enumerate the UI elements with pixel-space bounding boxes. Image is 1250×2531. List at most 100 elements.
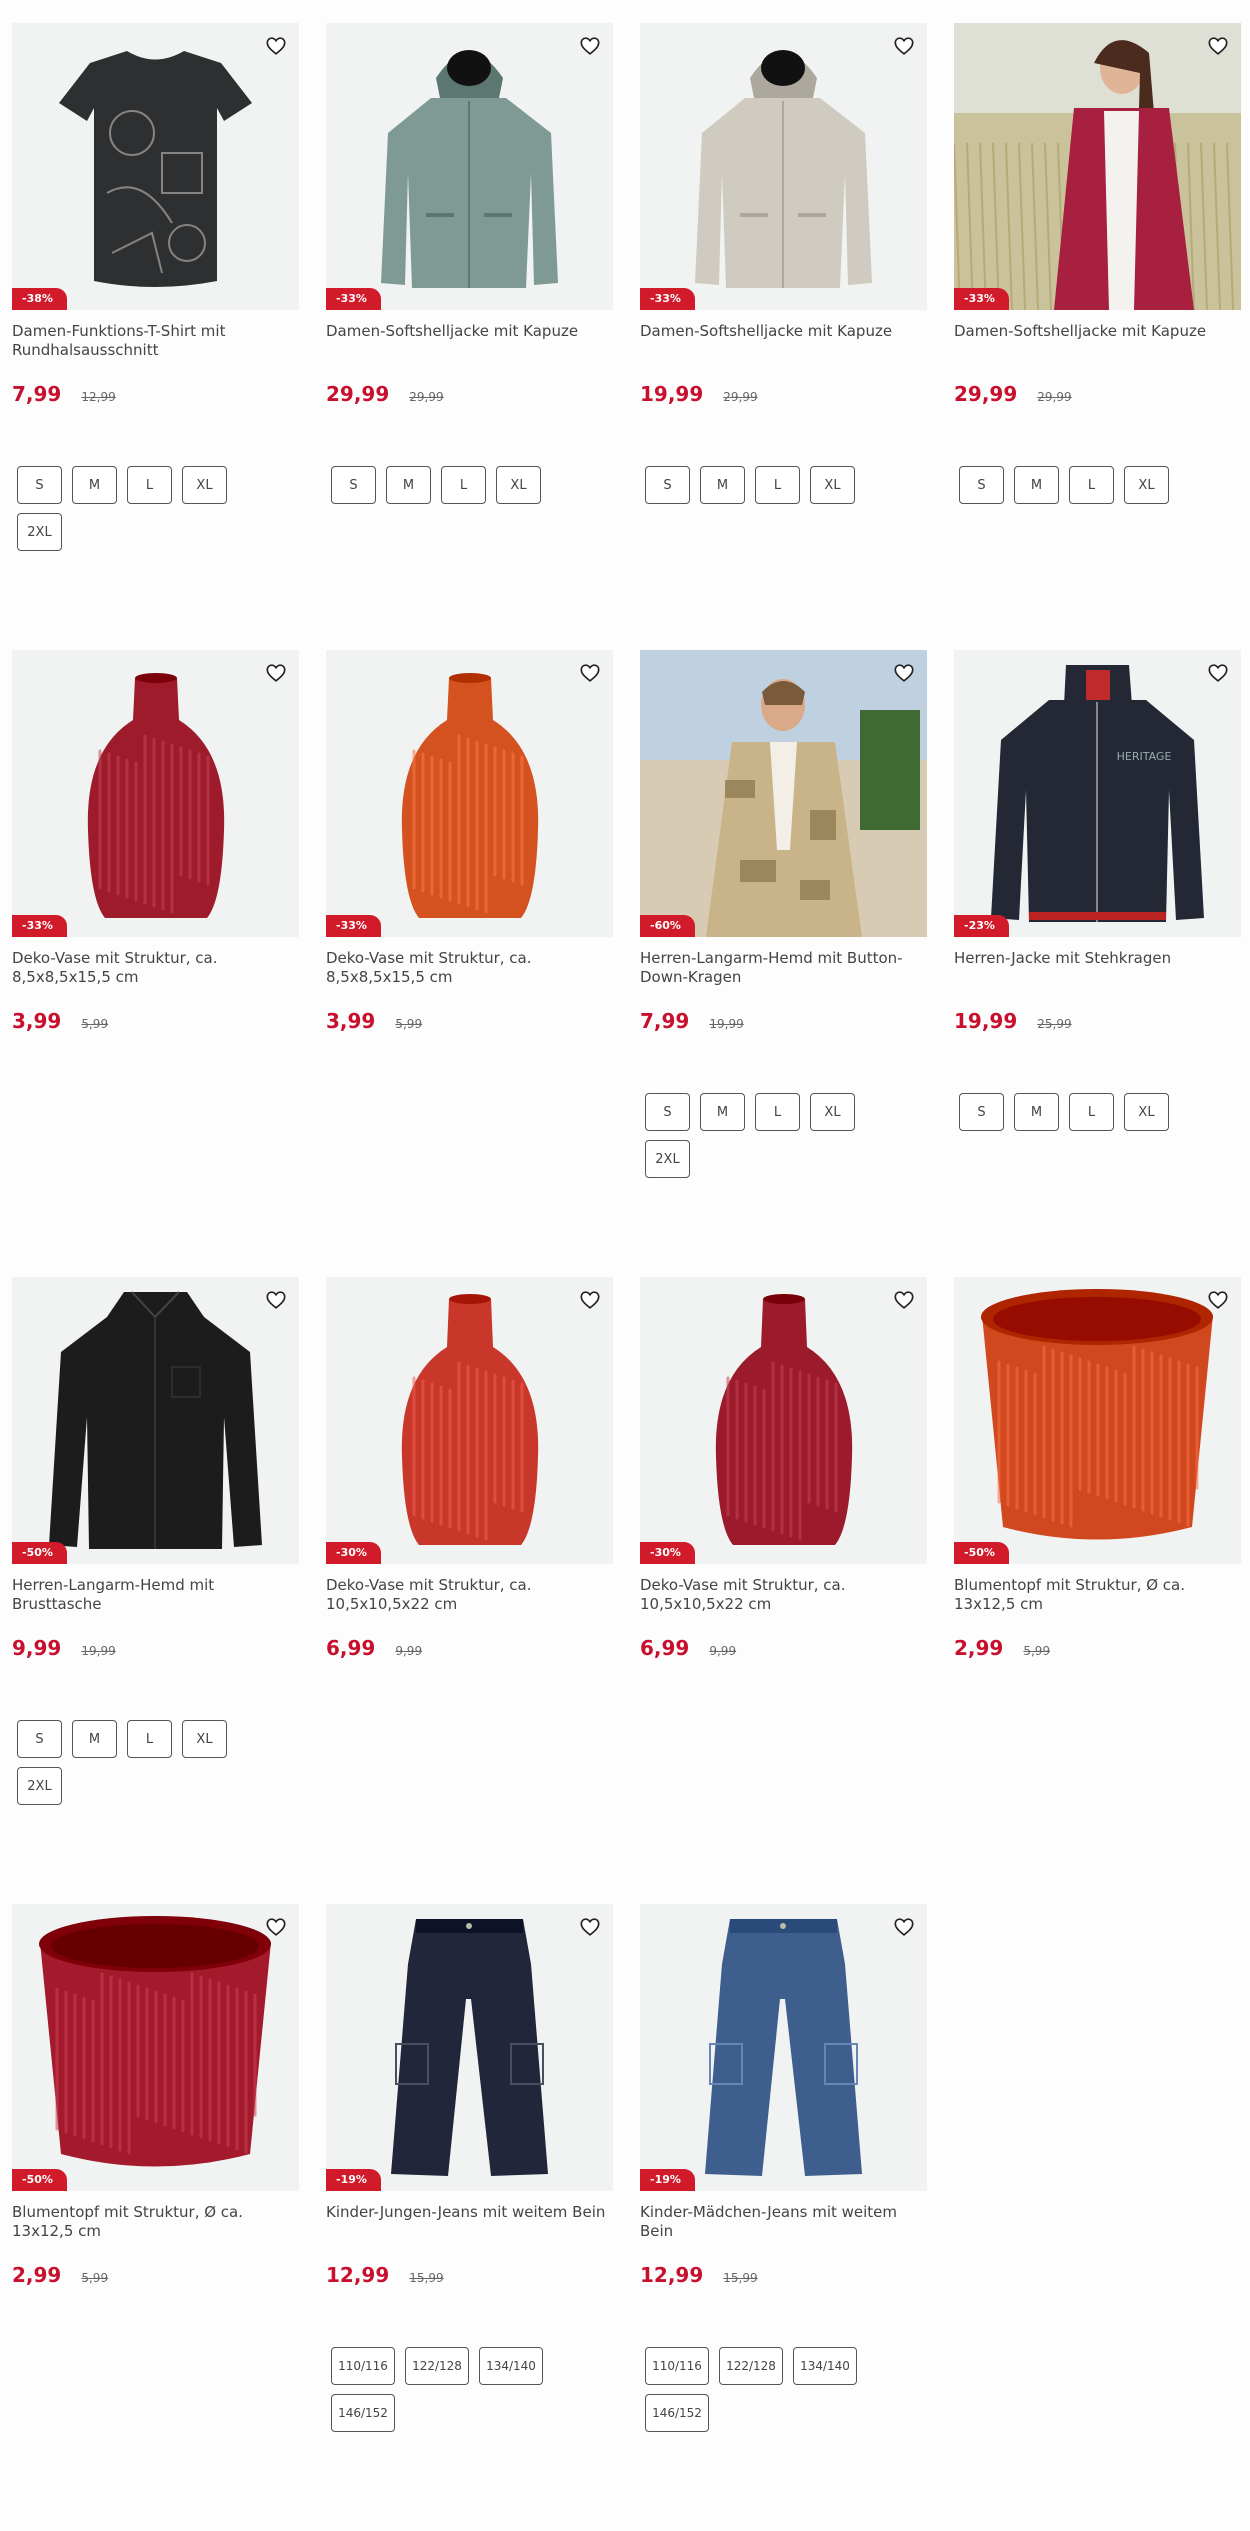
size-option[interactable]: L [127, 466, 172, 504]
size-option[interactable]: L [127, 1720, 172, 1758]
product-image[interactable]: HERITAGE -23% [954, 650, 1241, 937]
size-option[interactable]: 2XL [17, 1767, 62, 1805]
product-title[interactable]: Deko-Vase mit Struktur, ca. 10,5x10,5x22… [326, 1576, 613, 1616]
size-option[interactable]: 134/140 [479, 2347, 543, 2385]
product-image[interactable]: -38% [12, 23, 299, 310]
product-image[interactable]: -30% [326, 1277, 613, 1564]
product-title[interactable]: Deko-Vase mit Struktur, ca. 10,5x10,5x22… [640, 1576, 927, 1616]
size-option[interactable]: L [755, 1093, 800, 1131]
size-option[interactable]: L [1069, 466, 1114, 504]
heart-outline-icon[interactable] [889, 658, 919, 688]
size-option[interactable]: S [17, 1720, 62, 1758]
size-option[interactable]: XL [182, 466, 227, 504]
size-option[interactable]: 110/116 [645, 2347, 709, 2385]
original-price: 29,99 [1037, 390, 1072, 404]
size-option[interactable]: L [1069, 1093, 1114, 1131]
heart-outline-icon[interactable] [889, 31, 919, 61]
product-title[interactable]: Damen-Funktions-T-Shirt mit Rundhalsauss… [12, 322, 299, 362]
product-image[interactable]: -33% [640, 23, 927, 310]
product-title[interactable]: Blumentopf mit Struktur, Ø ca. 13x12,5 c… [954, 1576, 1241, 1616]
product-image[interactable]: -33% [12, 650, 299, 937]
product-title[interactable]: Kinder-Mädchen-Jeans mit weitem Bein [640, 2203, 927, 2243]
size-option[interactable]: M [386, 466, 431, 504]
size-option[interactable]: S [959, 1093, 1004, 1131]
size-option[interactable]: 146/152 [331, 2394, 395, 2432]
size-option[interactable]: S [331, 466, 376, 504]
product-title[interactable]: Damen-Softshelljacke mit Kapuze [954, 322, 1241, 362]
product-title[interactable]: Deko-Vase mit Struktur, ca. 8,5x8,5x15,5… [326, 949, 613, 989]
product-image[interactable]: -33% [326, 650, 613, 937]
product-photo [391, 1919, 548, 2176]
size-option[interactable]: 122/128 [405, 2347, 469, 2385]
size-option[interactable]: S [645, 466, 690, 504]
product-image[interactable]: -33% [326, 23, 613, 310]
product-image[interactable]: -33% [954, 23, 1241, 310]
current-price: 2,99 [954, 1636, 1004, 1660]
size-option[interactable]: XL [496, 466, 541, 504]
product-title[interactable]: Deko-Vase mit Struktur, ca. 8,5x8,5x15,5… [12, 949, 299, 989]
size-option[interactable]: 134/140 [793, 2347, 857, 2385]
size-option[interactable]: XL [1124, 466, 1169, 504]
size-option[interactable]: M [1014, 1093, 1059, 1131]
product-photo [59, 51, 252, 287]
size-option[interactable]: 2XL [645, 1140, 690, 1178]
size-option[interactable]: S [17, 466, 62, 504]
discount-badge: -38% [12, 288, 67, 310]
heart-outline-icon[interactable] [575, 1285, 605, 1315]
heart-outline-icon[interactable] [1203, 1285, 1233, 1315]
heart-outline-icon[interactable] [575, 31, 605, 61]
size-options: S M L XL 2XL [12, 1720, 277, 1805]
current-price: 12,99 [326, 2263, 390, 2287]
product-title[interactable]: Kinder-Jungen-Jeans mit weitem Bein [326, 2203, 613, 2243]
product-card-3: -33% Damen-Softshelljacke mit Kapuze 19,… [640, 23, 927, 650]
size-option[interactable]: 146/152 [645, 2394, 709, 2432]
product-image[interactable]: -50% [954, 1277, 1241, 1564]
size-option[interactable]: XL [182, 1720, 227, 1758]
product-image[interactable]: -30% [640, 1277, 927, 1564]
original-price: 5,99 [1023, 1644, 1051, 1658]
product-title[interactable]: Blumentopf mit Struktur, Ø ca. 13x12,5 c… [12, 2203, 299, 2243]
size-option[interactable]: M [1014, 466, 1059, 504]
heart-outline-icon[interactable] [1203, 31, 1233, 61]
size-option[interactable]: 110/116 [331, 2347, 395, 2385]
product-title[interactable]: Herren-Langarm-Hemd mit Brusttasche [12, 1576, 299, 1616]
size-option[interactable]: L [755, 466, 800, 504]
size-option[interactable]: XL [1124, 1093, 1169, 1131]
size-option[interactable]: 122/128 [719, 2347, 783, 2385]
size-option[interactable]: M [72, 1720, 117, 1758]
discount-badge: -30% [640, 1542, 695, 1564]
product-image[interactable]: -50% [12, 1277, 299, 1564]
product-title[interactable]: Herren-Langarm-Hemd mit Button-Down-Krag… [640, 949, 927, 989]
product-card-15: -19% Kinder-Mädchen-Jeans mit weitem Bei… [640, 1904, 927, 2531]
heart-outline-icon[interactable] [889, 1912, 919, 1942]
product-image[interactable]: -19% [640, 1904, 927, 2191]
product-title[interactable]: Herren-Jacke mit Stehkragen [954, 949, 1241, 989]
heart-outline-icon[interactable] [889, 1285, 919, 1315]
original-price: 15,99 [723, 2271, 758, 2285]
size-option[interactable]: XL [810, 466, 855, 504]
heart-outline-icon[interactable] [1203, 658, 1233, 688]
heart-outline-icon[interactable] [261, 1285, 291, 1315]
product-image[interactable]: -60% [640, 650, 927, 937]
size-option[interactable]: M [700, 1093, 745, 1131]
product-image[interactable]: -50% [12, 1904, 299, 2191]
size-option[interactable]: S [959, 466, 1004, 504]
product-title[interactable]: Damen-Softshelljacke mit Kapuze [326, 322, 613, 362]
product-title[interactable]: Damen-Softshelljacke mit Kapuze [640, 322, 927, 362]
heart-outline-icon[interactable] [261, 1912, 291, 1942]
heart-outline-icon[interactable] [575, 658, 605, 688]
size-option[interactable]: M [700, 466, 745, 504]
size-option[interactable]: XL [810, 1093, 855, 1131]
heart-outline-icon[interactable] [261, 31, 291, 61]
size-option[interactable]: M [72, 466, 117, 504]
heart-outline-icon[interactable] [575, 1912, 605, 1942]
size-option[interactable]: S [645, 1093, 690, 1131]
original-price: 29,99 [723, 390, 758, 404]
size-option[interactable]: L [441, 466, 486, 504]
heart-outline-icon[interactable] [261, 658, 291, 688]
product-image[interactable]: -19% [326, 1904, 613, 2191]
current-price: 3,99 [326, 1009, 376, 1033]
product-photo [381, 50, 558, 288]
original-price: 5,99 [395, 1017, 423, 1031]
size-option[interactable]: 2XL [17, 513, 62, 551]
